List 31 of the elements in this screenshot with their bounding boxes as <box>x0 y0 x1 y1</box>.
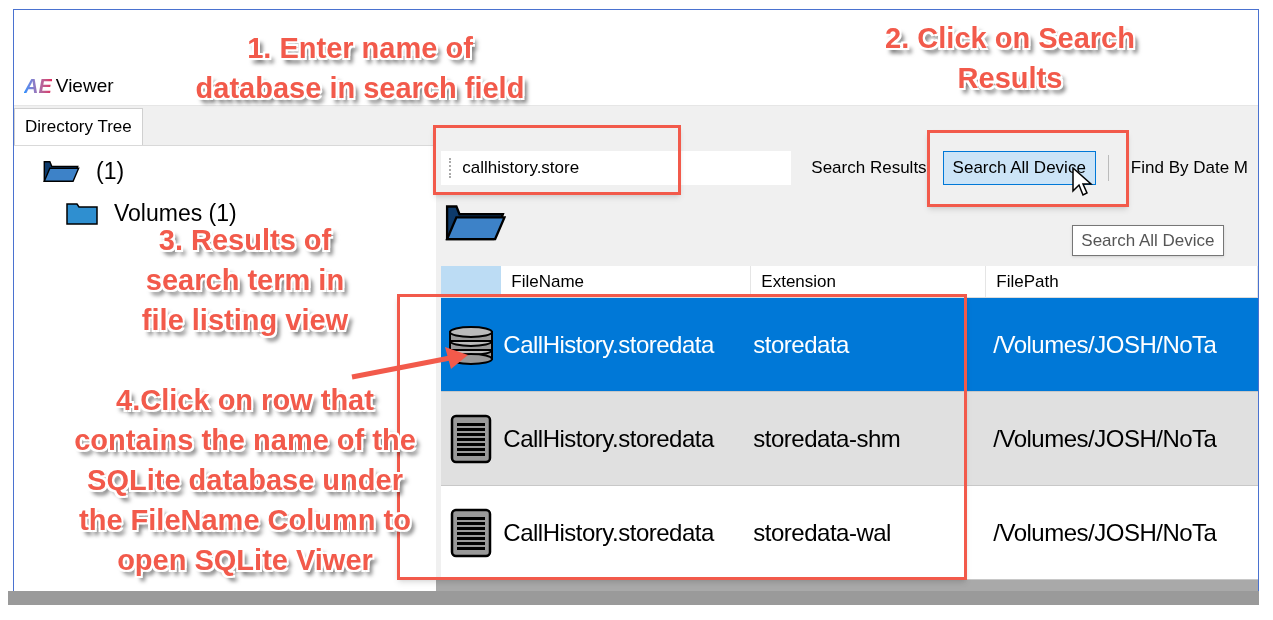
toolbar-button[interactable]: Search All Device <box>942 150 1096 185</box>
callout-text: 2. Click on Search Results <box>884 21 1136 96</box>
column-header[interactable]: FileName <box>501 266 752 297</box>
tree-item[interactable]: Volumes (1) <box>114 195 237 231</box>
column-header[interactable]: FilePath <box>986 266 1258 297</box>
column-header[interactable]: Extension <box>751 266 987 297</box>
table-cell: CallHistory.storedata <box>503 424 714 452</box>
folder-open-icon <box>42 158 80 184</box>
folder-icon <box>66 201 98 225</box>
table-cell: /Volumes/JOSH/NoTa <box>993 424 1217 452</box>
toolbar-button[interactable]: Find By Date M <box>1120 150 1258 185</box>
search-field[interactable]: callhistory.store <box>441 150 792 185</box>
grip-icon <box>449 157 453 178</box>
directory-tree-tab[interactable]: Directory Tree <box>14 108 143 145</box>
table-cell: /Volumes/JOSH/NoTa <box>993 518 1217 546</box>
tooltip: Search All Device <box>1072 225 1224 256</box>
table-cell: CallHistory.storedata <box>503 518 714 546</box>
window-title: Viewer <box>55 73 114 98</box>
callout-text: 1. Enter name of database in search field <box>194 31 526 106</box>
toolbar-button[interactable]: Search Results <box>801 150 937 185</box>
table-cell: storedata-wal <box>753 518 891 546</box>
text-file-icon <box>450 507 493 558</box>
table-cell: /Volumes/JOSH/NoTa <box>993 330 1217 358</box>
table-cell: CallHistory.storedata <box>503 330 714 358</box>
table-row[interactable]: CallHistory.storedata storedata-wal /Volumes/JOSH/NoTa <box>441 486 1258 580</box>
table-row[interactable]: CallHistory.storedata storedata-shm /Volumes/JOSH/NoTa <box>441 392 1258 486</box>
text-file-icon <box>450 413 493 464</box>
table-cell: storedata <box>753 330 849 358</box>
table-cell: storedata-shm <box>753 424 901 452</box>
table-row[interactable]: CallHistory.storedata storedata /Volumes/JOSH/NoTa <box>441 298 1258 392</box>
tree-item[interactable]: (1) <box>96 153 125 189</box>
